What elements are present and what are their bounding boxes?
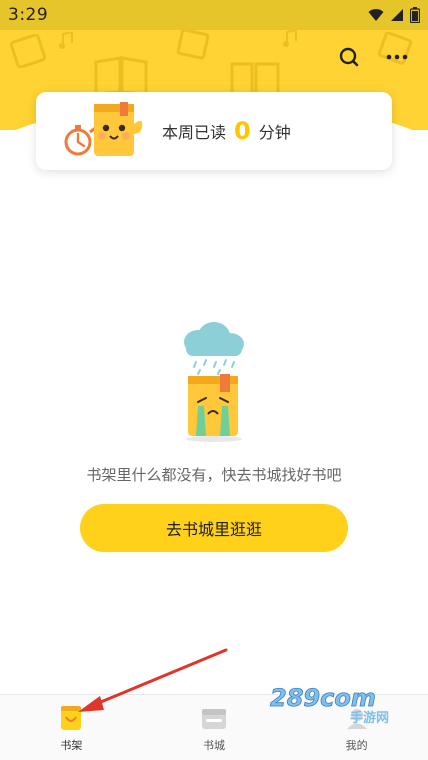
music-note-icon	[59, 32, 73, 49]
battery-icon	[410, 7, 420, 23]
app-screen: 3:29 本周已读 0 分钟 书架里什么都没有，快去书城找好书吧 去书城里逛逛 …	[0, 0, 428, 760]
search-button[interactable]	[336, 44, 362, 70]
empty-bookshelf-message: 书架里什么都没有，快去书城找好书吧	[86, 466, 342, 484]
more-icon	[386, 54, 408, 60]
header-actions	[336, 44, 410, 70]
more-button[interactable]	[384, 44, 410, 70]
weekly-reading-prefix: 本周已读	[162, 123, 227, 142]
weekly-reading-unit: 分钟	[258, 123, 291, 142]
weekly-reading-count: 0	[234, 117, 251, 145]
bookstore-icon	[201, 705, 227, 731]
wifi-icon	[368, 9, 384, 21]
site-watermark: 289com 手游网	[266, 680, 416, 726]
nav-item-bookshelf[interactable]: 书架	[0, 695, 143, 760]
nav-label-bookshelf: 书架	[60, 739, 83, 752]
status-bar: 3:29	[0, 0, 428, 30]
watermark-subtext: 手游网	[350, 710, 389, 724]
search-icon	[339, 47, 359, 67]
book-mascot-stopwatch-icon	[62, 98, 162, 164]
go-to-bookstore-button[interactable]: 去书城里逛逛	[80, 504, 348, 552]
watermark-logo: 289com	[270, 684, 376, 712]
bookshelf-icon	[58, 705, 84, 731]
signal-icon	[391, 9, 403, 21]
nav-item-bookstore[interactable]: 书城	[143, 695, 286, 760]
nav-label-profile: 我的	[345, 739, 368, 752]
status-time: 3:29	[8, 5, 49, 25]
music-note-icon	[283, 30, 297, 47]
book-decoration-icon	[176, 30, 210, 60]
weekly-reading-card[interactable]: 本周已读 0 分钟	[36, 92, 392, 170]
book-decoration-icon	[10, 34, 47, 68]
weekly-reading-summary: 本周已读 0 分钟	[162, 117, 291, 145]
sad-book-rain-cloud-icon	[178, 322, 250, 442]
nav-label-bookstore: 书城	[203, 739, 225, 752]
status-icons	[368, 7, 420, 23]
